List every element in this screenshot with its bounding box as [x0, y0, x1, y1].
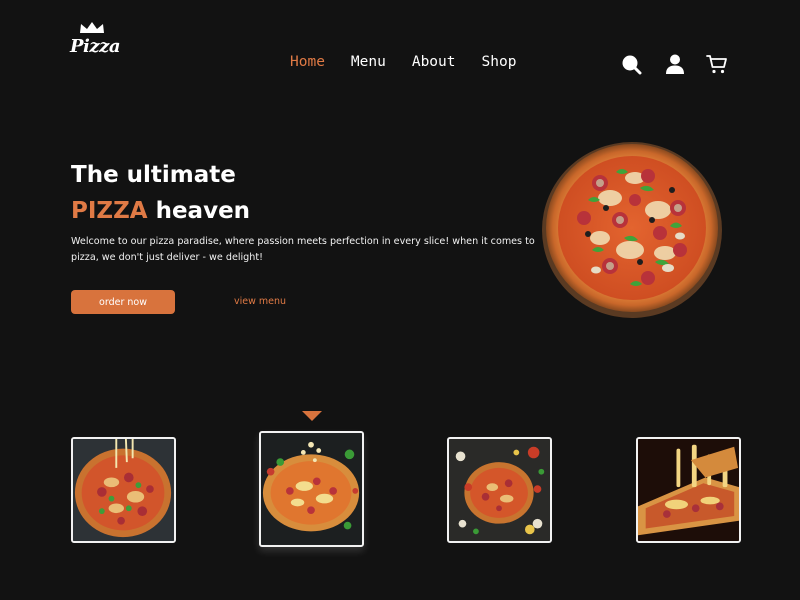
pizza-thumbnail-image — [449, 439, 550, 541]
nav-home[interactable]: Home — [290, 54, 325, 70]
pizza-thumbnail-image — [261, 433, 362, 545]
nav-about[interactable]: About — [412, 54, 456, 70]
thumbnail-3[interactable] — [447, 437, 552, 543]
crown-icon — [80, 22, 104, 33]
search-icon[interactable] — [620, 53, 642, 75]
logo-text: Pizza — [70, 36, 120, 57]
main-nav: Home Menu About Shop — [290, 54, 542, 70]
header-icons — [620, 53, 728, 75]
hero-pizza-image — [542, 142, 722, 318]
hero-title-accent: PIZZA — [71, 198, 148, 224]
hero-title-line1: The ultimate — [71, 162, 236, 188]
hero-title: The ultimate PIZZA heaven — [71, 157, 250, 229]
pizza-thumbnail-image — [638, 439, 739, 541]
cart-icon[interactable] — [706, 53, 728, 75]
user-icon[interactable] — [664, 53, 686, 75]
nav-shop[interactable]: Shop — [482, 54, 517, 70]
view-menu-link[interactable]: view menu — [234, 296, 286, 307]
hero-title-rest: heaven — [147, 198, 251, 224]
hero-description: Welcome to our pizza paradise, where pas… — [71, 236, 535, 263]
order-now-button[interactable]: order now — [71, 290, 175, 314]
nav-menu[interactable]: Menu — [351, 54, 386, 70]
thumbnail-4[interactable] — [636, 437, 741, 543]
brand-logo[interactable]: Pizza — [70, 22, 120, 62]
selected-indicator-icon — [302, 411, 322, 421]
thumbnail-2[interactable] — [259, 431, 364, 547]
pizza-thumbnail-image — [73, 439, 174, 541]
thumbnail-1[interactable] — [71, 437, 176, 543]
